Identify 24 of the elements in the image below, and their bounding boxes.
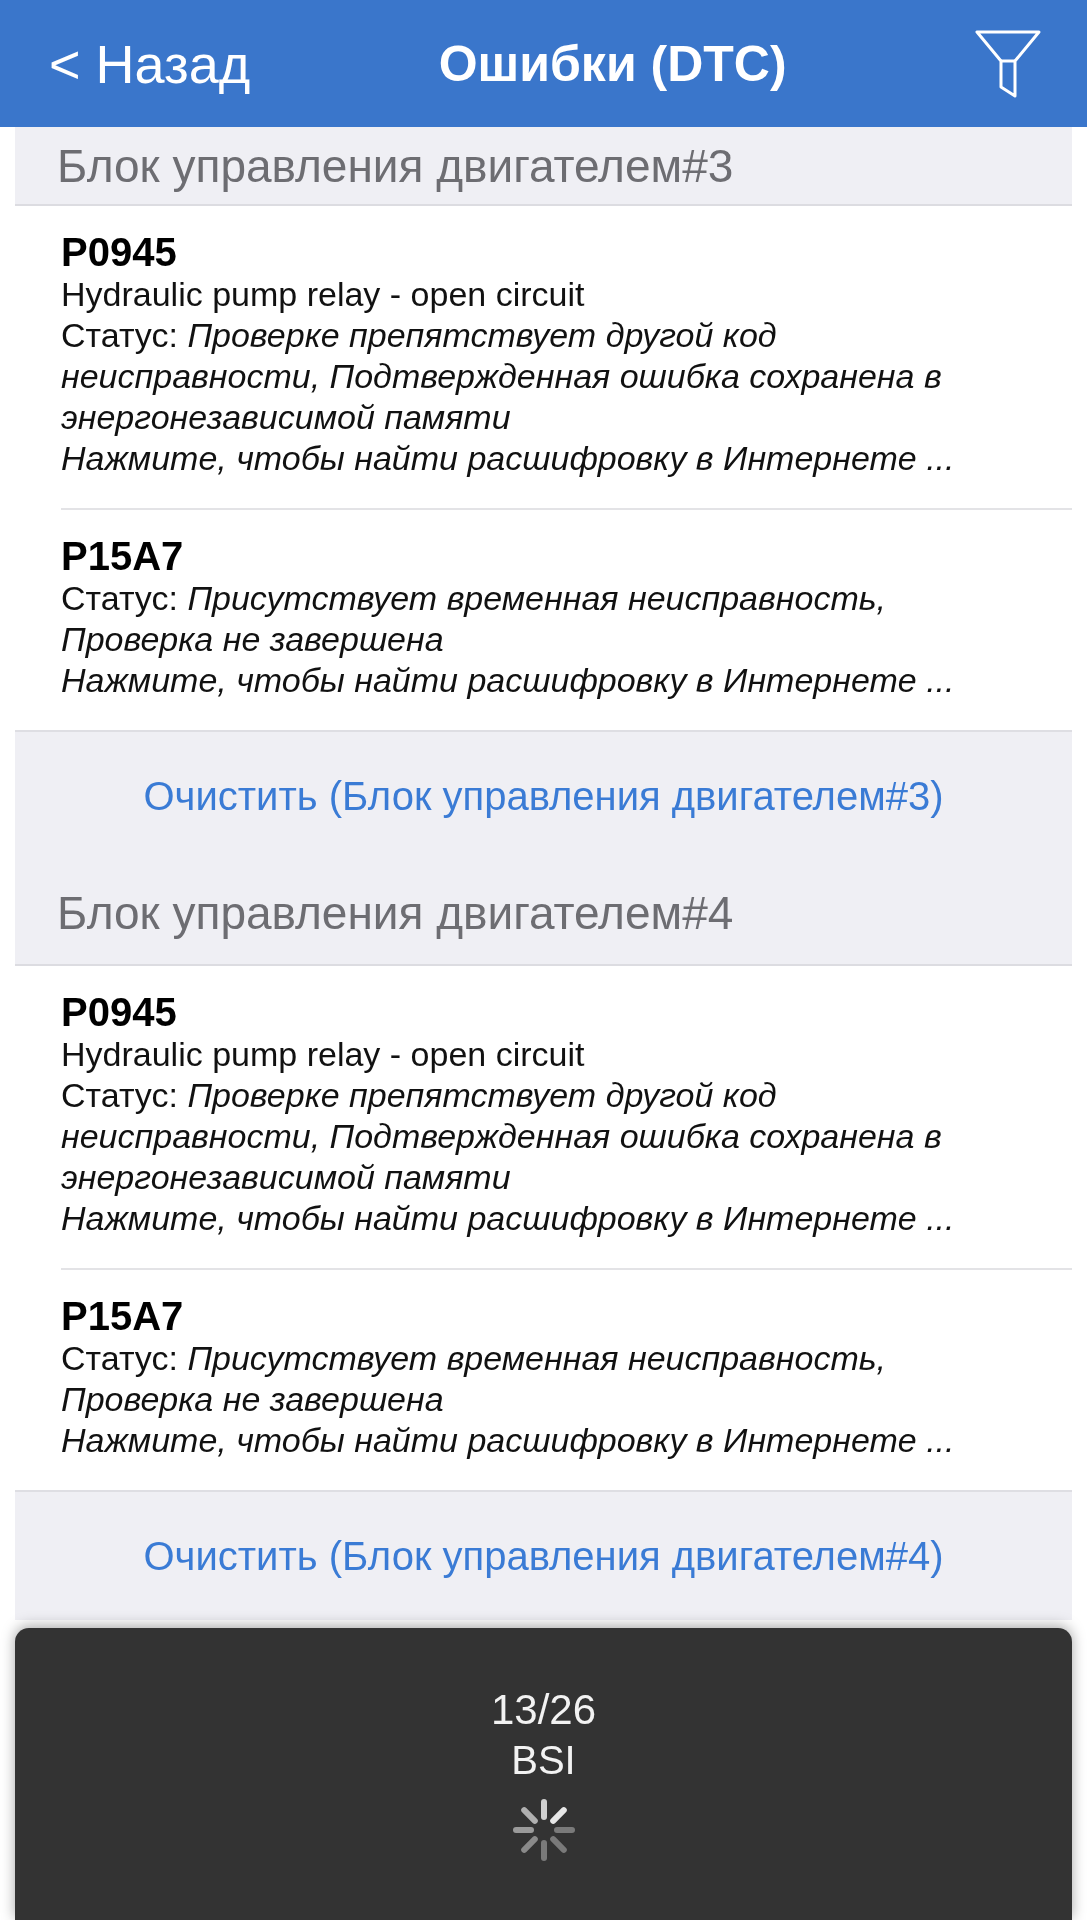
search-hint-link[interactable]: Нажмите, чтобы найти расшифровку в Интернете ...	[61, 1198, 955, 1239]
search-hint-link[interactable]: Нажмите, чтобы найти расшифровку в Интернете ...	[61, 1420, 955, 1461]
screen-title: Ошибки (DTC)	[437, 34, 788, 93]
error-code: P15A7	[61, 1294, 184, 1338]
back-button[interactable]: < Назад	[49, 33, 251, 94]
loading-spinner-icon	[512, 1799, 575, 1861]
status-text: Статус: Проверке препятствует другой код неисправности, Подтвержденная ошибка сохранена в энергонезависимой памяти	[61, 315, 943, 438]
error-code: P0945	[61, 230, 177, 274]
error-description: Hydraulic pump relay - open circuit	[61, 1034, 585, 1075]
progress-counter: 13/26	[490, 1685, 597, 1735]
section-header: Блок управления двигателем#3	[15, 127, 1072, 206]
module-name: BSI	[511, 1737, 576, 1784]
filter-icon[interactable]	[975, 29, 1041, 98]
error-description: Hydraulic pump relay - open circuit	[61, 274, 585, 315]
error-code: P15A7	[61, 534, 184, 578]
status-text: Статус: Присутствует временная неисправность, Проверка не завершена	[61, 578, 888, 660]
clear-button[interactable]: Очистить (Блок управления двигателем#4)	[15, 1490, 1072, 1620]
search-hint-link[interactable]: Нажмите, чтобы найти расшифровку в Интернете ...	[61, 438, 955, 479]
clear-button[interactable]: Очистить (Блок управления двигателем#3)	[15, 730, 1072, 860]
search-hint-link[interactable]: Нажмите, чтобы найти расшифровку в Интернете ...	[61, 660, 955, 701]
section-header: Блок управления двигателем#4	[15, 860, 1072, 966]
status-text: Статус: Проверке препятствует другой код неисправности, Подтвержденная ошибка сохранена в энергонезависимой памяти	[61, 1075, 943, 1198]
status-text: Статус: Присутствует временная неисправность, Проверка не завершена	[61, 1338, 888, 1420]
error-code: P0945	[61, 990, 177, 1034]
